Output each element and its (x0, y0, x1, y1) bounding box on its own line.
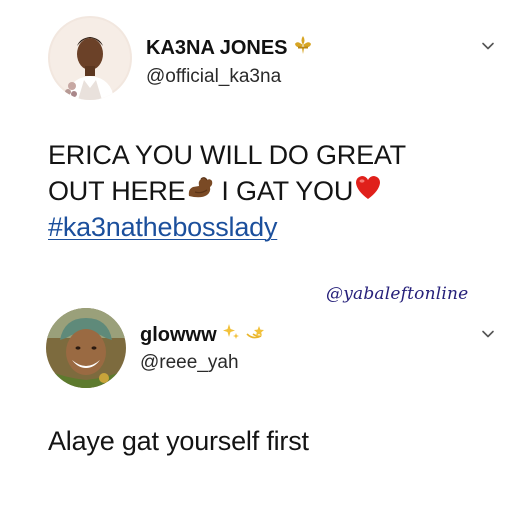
avatar[interactable] (48, 16, 132, 100)
display-name[interactable]: KA3NA JONES (146, 34, 314, 62)
tweet-card: glowww @reee_yah Alaye gat yourself firs… (0, 306, 532, 456)
user-names: KA3NA JONES @official_ka3na (146, 34, 314, 88)
tweet-text-line: OUT HERE I GAT YOU (48, 172, 488, 210)
display-name-text: glowww (140, 323, 217, 346)
tweet-text: Alaye gat yourself first (48, 424, 488, 458)
red-heart-icon (353, 173, 383, 209)
tweet-text-line-1: Alaye gat yourself first (48, 426, 309, 456)
tweet-header: glowww @reee_yah (0, 306, 532, 396)
avatar-image (46, 308, 126, 388)
tweet-text-line: #ka3natheb​osslady (48, 210, 488, 244)
user-handle[interactable]: @reee_yah (140, 352, 267, 374)
chevron-down-icon[interactable] (480, 38, 496, 54)
watermark: @yabaleftonline (326, 284, 469, 304)
user-names: glowww @reee_yah (140, 322, 267, 374)
display-name[interactable]: glowww (140, 322, 267, 348)
tweet-text-line-2a: OUT HERE (48, 176, 186, 206)
tweet-text: ERICA YOU WILL DO GREAT OUT HERE I GAT Y… (48, 138, 488, 244)
avatar-image (48, 16, 132, 100)
hashtag-link[interactable]: #ka3natheb​osslady (48, 210, 277, 244)
avatar[interactable] (46, 308, 126, 388)
flexed-biceps-icon (185, 172, 215, 210)
user-handle[interactable]: @official_ka3na (146, 66, 314, 88)
tweet-text-line: ERICA YOU WILL DO GREAT (48, 138, 488, 172)
display-name-text: KA3NA JONES (146, 36, 288, 59)
tweet-header: KA3NA JONES @official_ka3na (0, 16, 532, 106)
tweet-text-line: Alaye gat yourself first (48, 424, 488, 458)
chevron-down-icon[interactable] (480, 326, 496, 342)
fleur-de-lis-icon (292, 34, 314, 62)
tweet-text-line-2b: I GAT YOU (221, 176, 354, 206)
dizzy-icon (245, 322, 267, 348)
tweet-card: KA3NA JONES @official_ka3na ERICA YOU WI… (0, 16, 532, 242)
sparkles-icon (221, 322, 241, 348)
tweet-text-line-1: ERICA YOU WILL DO GREAT (48, 140, 406, 170)
